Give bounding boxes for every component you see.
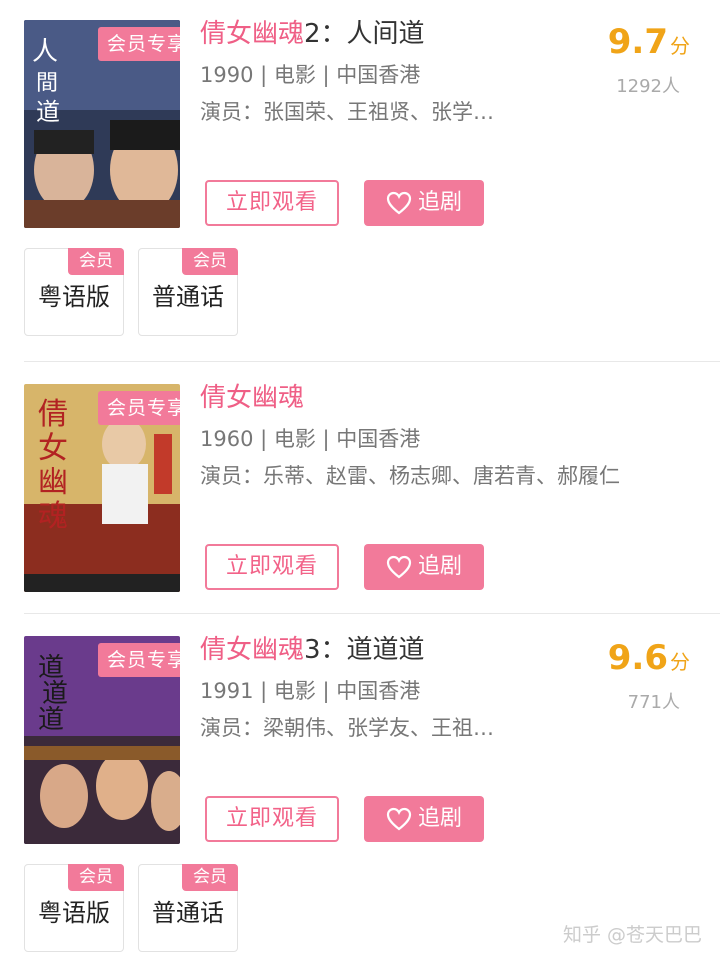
svg-text:幽: 幽 (38, 465, 68, 500)
vip-exclusive-tag: 会员专享 (98, 27, 180, 61)
poster-image[interactable]: 倩 女 幽 魂 会员专享 (24, 384, 180, 592)
score-value: 9.6 (607, 638, 668, 678)
vip-badge: 会员 (182, 248, 238, 275)
score: 9.6 分 (608, 638, 690, 678)
version-cantonese[interactable]: 会员 粤语版 (24, 864, 124, 952)
rating-count: 771人 (627, 692, 680, 713)
watch-now-button[interactable]: 立即观看 (205, 796, 339, 842)
version-label: 普通话 (152, 283, 224, 311)
watermark: 知乎 @苍天巴巴 (562, 924, 702, 946)
version-mandarin[interactable]: 会员 普通话 (138, 864, 238, 952)
heart-icon (386, 807, 412, 831)
vip-badge: 会员 (68, 248, 124, 275)
title-suffix: 3：道道道 (304, 635, 425, 665)
watch-now-button[interactable]: 立即观看 (205, 544, 339, 590)
movie-card-2[interactable]: 倩 女 幽 魂 会员专享 倩女幽魂 1960 | 电影 | 中国香港 演员：乐蒂… (0, 362, 720, 614)
follow-label: 追剧 (417, 190, 462, 215)
movie-meta: 1991 | 电影 | 中国香港 (200, 679, 421, 703)
svg-text:道: 道 (36, 98, 60, 126)
poster-image[interactable]: 人 間 道 会员专享 (24, 20, 180, 228)
vip-exclusive-tag: 会员专享 (98, 391, 180, 425)
watch-now-button[interactable]: 立即观看 (205, 180, 339, 226)
follow-button[interactable]: 追剧 (364, 796, 484, 842)
title-highlight: 倩女幽魂 (200, 19, 305, 49)
follow-label: 追剧 (417, 554, 462, 579)
movie-card-1[interactable]: 人 間 道 会员专享 倩女幽魂2：人间道 1990 | 电影 | 中国香港 演员… (0, 0, 720, 362)
title-highlight: 倩女幽魂 (200, 383, 305, 413)
follow-button[interactable]: 追剧 (364, 544, 484, 590)
version-label: 粤语版 (38, 283, 110, 311)
vip-badge: 会员 (68, 864, 124, 891)
version-cantonese[interactable]: 会员 粤语版 (24, 248, 124, 336)
movie-title[interactable]: 倩女幽魂3：道道道 (200, 632, 425, 668)
vip-exclusive-tag: 会员专享 (98, 643, 180, 677)
svg-text:魂: 魂 (38, 499, 68, 534)
follow-button[interactable]: 追剧 (364, 180, 484, 226)
svg-text:人: 人 (32, 37, 58, 67)
movie-title[interactable]: 倩女幽魂 (200, 380, 304, 416)
svg-text:道: 道 (38, 705, 64, 735)
svg-text:倩: 倩 (38, 397, 68, 432)
rating-count: 1292人 (616, 76, 680, 97)
movie-meta: 1990 | 电影 | 中国香港 (200, 63, 421, 87)
title-highlight: 倩女幽魂 (200, 635, 305, 665)
poster-image[interactable]: 道 道 道 会员专享 (24, 636, 180, 844)
score: 9.7 分 (608, 22, 690, 62)
movie-title[interactable]: 倩女幽魂2：人间道 (200, 16, 425, 52)
score-unit: 分 (670, 650, 690, 674)
heart-icon (386, 191, 412, 215)
title-suffix: 2：人间道 (304, 19, 425, 49)
follow-label: 追剧 (417, 806, 462, 831)
movie-actors: 演员：乐蒂、赵雷、杨志卿、唐若青、郝履仁 (200, 464, 620, 488)
score-value: 9.7 (607, 22, 668, 62)
movie-card-3[interactable]: 道 道 道 会员专享 倩女幽魂3：道道道 1991 | 电影 | 中国香港 演员… (0, 614, 720, 965)
version-label: 粤语版 (38, 899, 110, 927)
heart-icon (386, 555, 412, 579)
movie-actors: 演员：张国荣、王祖贤、张学… (200, 100, 494, 124)
version-mandarin[interactable]: 会员 普通话 (138, 248, 238, 336)
score-unit: 分 (670, 34, 690, 58)
version-label: 普通话 (152, 899, 224, 927)
svg-text:間: 間 (36, 71, 58, 96)
movie-meta: 1960 | 电影 | 中国香港 (200, 427, 421, 451)
svg-text:女: 女 (38, 431, 68, 466)
vip-badge: 会员 (182, 864, 238, 891)
movie-actors: 演员：梁朝伟、张学友、王祖… (200, 716, 494, 740)
